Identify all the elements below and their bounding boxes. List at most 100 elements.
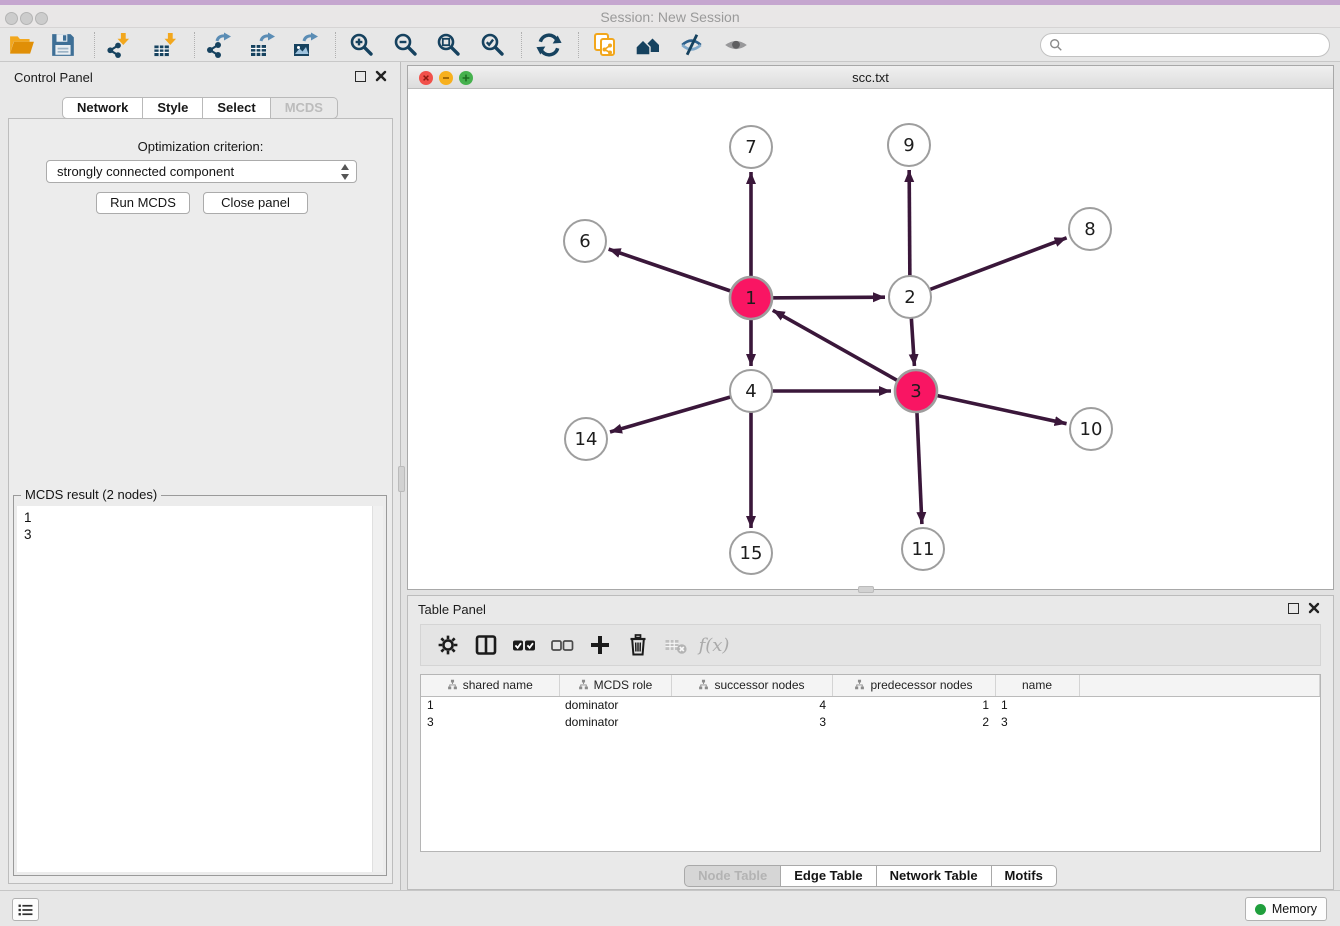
- column-header-mcds-role[interactable]: MCDS role: [559, 675, 671, 696]
- float-table-panel-icon[interactable]: [1288, 603, 1299, 614]
- zoom-out-icon[interactable]: [389, 30, 423, 60]
- import-network-icon[interactable]: [101, 30, 135, 60]
- tab-network[interactable]: Network: [62, 97, 143, 119]
- zoom-in-icon[interactable]: [345, 30, 379, 60]
- close-panel-icon[interactable]: [374, 69, 388, 83]
- graph-edge-1-6[interactable]: [609, 249, 751, 298]
- svg-text:7: 7: [745, 137, 756, 158]
- toolbar-separator: [194, 32, 195, 58]
- cell-successor-nodes[interactable]: 4: [671, 696, 832, 713]
- panel-resize-handle[interactable]: [398, 466, 405, 492]
- import-table-icon[interactable]: [148, 30, 182, 60]
- column-header-shared-name[interactable]: shared name: [421, 675, 559, 696]
- save-session-icon[interactable]: [46, 30, 80, 60]
- add-column-icon[interactable]: [581, 630, 619, 660]
- cell-mcds-role[interactable]: dominator: [559, 713, 671, 730]
- cell-predecessor-nodes[interactable]: 1: [832, 696, 995, 713]
- run-mcds-button[interactable]: Run MCDS: [96, 192, 190, 214]
- table-settings-gear-icon[interactable]: [429, 630, 467, 660]
- cell-shared-name[interactable]: 1: [421, 696, 559, 713]
- zoom-fit-icon[interactable]: [432, 30, 466, 60]
- cell-predecessor-nodes[interactable]: 2: [832, 713, 995, 730]
- close-table-panel-icon[interactable]: [1307, 601, 1321, 615]
- graph-node-11[interactable]: 11: [902, 528, 944, 570]
- select-all-columns-icon[interactable]: [505, 630, 543, 660]
- graph-node-8[interactable]: 8: [1069, 208, 1111, 250]
- svg-text:14: 14: [575, 429, 598, 450]
- split-table-view-icon[interactable]: [467, 630, 505, 660]
- application-window: Session: New Session: [0, 0, 1340, 926]
- float-panel-icon[interactable]: [355, 71, 366, 82]
- graph-node-2[interactable]: 2: [889, 276, 931, 318]
- mcds-result-text-area[interactable]: 13: [17, 506, 383, 872]
- tab-style[interactable]: Style: [143, 97, 203, 119]
- network-graph: 7 9 6 8 1 2 4 3 14 10 15 11: [408, 89, 1333, 589]
- tab-edge-table[interactable]: Edge Table: [781, 865, 876, 887]
- memory-label: Memory: [1272, 902, 1317, 916]
- tab-motifs[interactable]: Motifs: [992, 865, 1057, 887]
- export-image-icon[interactable]: [288, 30, 322, 60]
- table-panel-tabs: Node Table Edge Table Network Table Moti…: [408, 865, 1333, 887]
- task-history-button[interactable]: [12, 898, 39, 921]
- network-view-window: scc.txt 7 9 6 8 1 2 4 3 14 10 15 11: [407, 65, 1334, 590]
- show-all-networks-icon[interactable]: [631, 30, 665, 60]
- search-icon: [1049, 38, 1063, 52]
- export-network-icon[interactable]: [201, 30, 235, 60]
- svg-text:6: 6: [579, 231, 590, 252]
- network-window-titlebar[interactable]: scc.txt: [408, 66, 1333, 89]
- tab-node-table[interactable]: Node Table: [684, 865, 781, 887]
- graph-node-10[interactable]: 10: [1070, 408, 1112, 450]
- tab-mcds[interactable]: MCDS: [271, 97, 338, 119]
- graph-node-7[interactable]: 7: [730, 126, 772, 168]
- graph-node-14[interactable]: 14: [565, 418, 607, 460]
- network-canvas[interactable]: 7 9 6 8 1 2 4 3 14 10 15 11: [408, 89, 1333, 589]
- export-table-icon[interactable]: [245, 30, 279, 60]
- graph-node-1[interactable]: 1: [730, 277, 772, 319]
- column-header-predecessor-nodes[interactable]: predecessor nodes: [832, 675, 995, 696]
- graph-edge-3-10[interactable]: [916, 391, 1067, 424]
- cell-filler: [1079, 696, 1320, 713]
- main-toolbar: [0, 28, 1340, 62]
- zoom-selected-icon[interactable]: [476, 30, 510, 60]
- table-row[interactable]: 1dominator411: [421, 696, 1320, 713]
- open-file-icon[interactable]: [5, 30, 39, 60]
- close-panel-button[interactable]: Close panel: [203, 192, 308, 214]
- table-resize-handle[interactable]: [858, 586, 874, 593]
- delete-column-icon[interactable]: [619, 630, 657, 660]
- graph-edge-3-1[interactable]: [773, 310, 916, 391]
- graph-node-9[interactable]: 9: [888, 124, 930, 166]
- cell-name[interactable]: 1: [995, 696, 1079, 713]
- tab-select[interactable]: Select: [203, 97, 270, 119]
- deselect-all-columns-icon[interactable]: [543, 630, 581, 660]
- graph-node-4[interactable]: 4: [730, 370, 772, 412]
- column-header-name[interactable]: name: [995, 675, 1079, 696]
- memory-button[interactable]: Memory: [1245, 897, 1327, 921]
- graph-node-3[interactable]: 3: [895, 370, 937, 412]
- select-stepper-icon: [341, 164, 350, 180]
- table-row[interactable]: 3dominator323: [421, 713, 1320, 730]
- cell-name[interactable]: 3: [995, 713, 1079, 730]
- column-header-successor-nodes[interactable]: successor nodes: [671, 675, 832, 696]
- show-graphics-details-icon[interactable]: [719, 30, 753, 60]
- table-header-row: shared name MCDS role successor nodes pr…: [421, 675, 1320, 696]
- tab-network-table[interactable]: Network Table: [877, 865, 992, 887]
- duplicate-network-icon[interactable]: [588, 30, 622, 60]
- mcds-result-line: 1: [24, 509, 376, 526]
- cell-mcds-role[interactable]: dominator: [559, 696, 671, 713]
- window-title: Session: New Session: [0, 9, 1340, 25]
- graph-node-15[interactable]: 15: [730, 532, 772, 574]
- search-box[interactable]: [1040, 33, 1330, 57]
- cell-successor-nodes[interactable]: 3: [671, 713, 832, 730]
- cell-shared-name[interactable]: 3: [421, 713, 559, 730]
- optimization-criterion-select[interactable]: strongly connected component: [46, 160, 357, 183]
- search-input[interactable]: [1063, 38, 1329, 53]
- result-scrollbar[interactable]: [372, 506, 383, 872]
- refresh-layout-icon[interactable]: [532, 30, 566, 60]
- graph-edge-4-14[interactable]: [610, 391, 751, 432]
- graph-edge-2-8[interactable]: [910, 238, 1067, 297]
- svg-text:9: 9: [903, 135, 914, 156]
- table-toolbar: f(x): [420, 624, 1321, 666]
- hide-annotations-icon[interactable]: [675, 30, 709, 60]
- svg-text:15: 15: [740, 543, 763, 564]
- graph-node-6[interactable]: 6: [564, 220, 606, 262]
